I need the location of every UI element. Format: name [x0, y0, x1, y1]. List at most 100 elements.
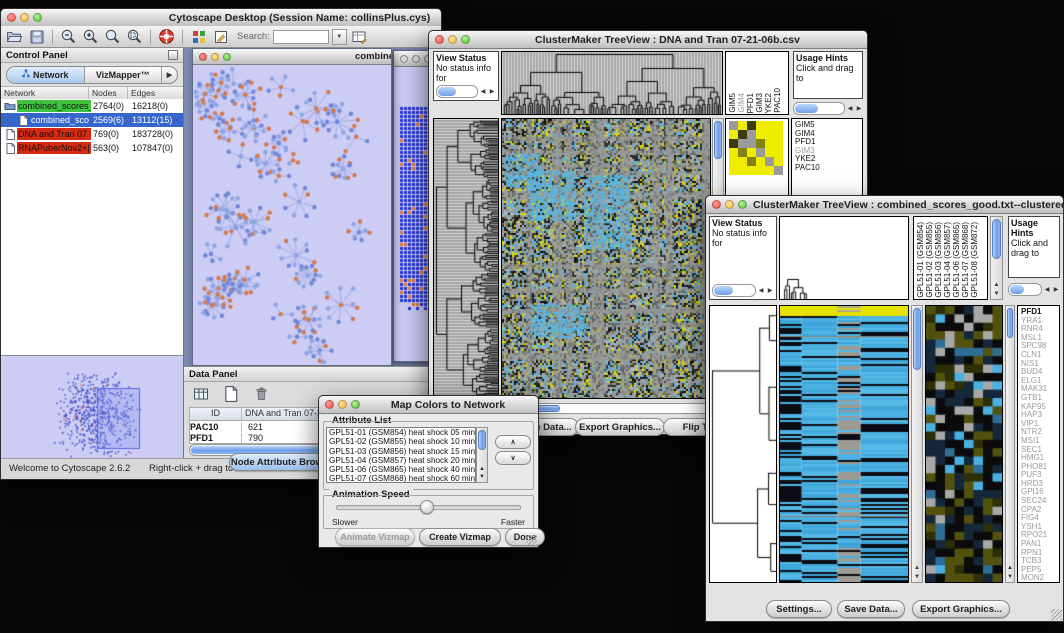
matrix-cell[interactable] [729, 166, 738, 175]
matrix-cell[interactable] [738, 121, 747, 130]
matrix-cell[interactable] [756, 166, 765, 175]
up-arrow-icon[interactable]: ▲ [477, 465, 487, 473]
tv2-left-dendrogram[interactable] [710, 306, 776, 582]
tv1-left-dendrogram-pane[interactable] [433, 118, 499, 399]
tv2-heatmap-canvas[interactable] [780, 306, 908, 582]
column-label[interactable]: GPL51-07 (GSM868) [961, 222, 970, 298]
tv2-hints-slider[interactable]: ◀▶ [1008, 283, 1060, 296]
tv1-hints-slider[interactable]: ◀▶ [793, 102, 863, 115]
network-row[interactable]: DNA and Tran 07769(0)183728(0) [1, 127, 183, 141]
maximize-icon[interactable] [33, 13, 42, 22]
matrix-cell[interactable] [765, 157, 774, 166]
minimize-icon[interactable] [211, 53, 219, 61]
matrix-cell[interactable] [756, 130, 765, 139]
minimize-icon[interactable] [725, 200, 734, 209]
resize-grip[interactable] [1051, 609, 1062, 620]
tv2-top-area-canvas[interactable] [780, 217, 908, 299]
network-frame-combined[interactable]: combined_scores_good.txt--cluste... [192, 48, 392, 366]
gene-label[interactable]: MON2 [1021, 574, 1059, 583]
down-arrow-icon[interactable]: ▼ [912, 573, 922, 581]
help-icon[interactable] [157, 28, 176, 46]
tv2-heatmap-pane[interactable] [779, 305, 909, 583]
close-icon[interactable] [199, 53, 207, 61]
float-panel-icon[interactable] [168, 50, 178, 60]
network-row[interactable]: RNAPuberNov2+|563(0)107847(0) [1, 141, 183, 155]
column-label[interactable]: PAC10 [773, 88, 782, 113]
down-arrow-icon[interactable]: ▼ [991, 290, 1002, 298]
col-id[interactable]: ID [190, 408, 242, 420]
maximize-icon[interactable] [351, 400, 360, 409]
speed-slider-thumb[interactable] [420, 500, 434, 514]
close-icon[interactable] [325, 400, 334, 409]
up-arrow-icon[interactable]: ▲ [991, 281, 1002, 289]
matrix-cell[interactable] [747, 121, 756, 130]
settings-button[interactable]: Settings... [766, 600, 832, 618]
right-arrow-icon[interactable]: ▶ [488, 87, 496, 97]
row-label[interactable]: PAC10 [795, 164, 862, 173]
tv2-heatmap-vscrollbar[interactable]: ▲ ▼ [911, 305, 923, 583]
tv1-zoom-slider[interactable]: ◀▶ [436, 85, 496, 98]
tv1-top-dendrogram[interactable] [502, 52, 722, 114]
tv2-zoom-heatmap-canvas[interactable] [926, 306, 1002, 582]
matrix-cell[interactable] [765, 139, 774, 148]
matrix-cell[interactable] [729, 157, 738, 166]
open-icon[interactable] [5, 28, 24, 46]
column-label[interactable]: PFD1 [746, 93, 755, 113]
zoom-fit-icon[interactable] [125, 28, 144, 46]
save-icon[interactable] [27, 28, 46, 46]
attribute-list[interactable]: GPL51-01 (GSM854) heat shock 05 minGPL51… [326, 427, 476, 483]
zoom-actual-icon[interactable] [103, 28, 122, 46]
matrix-cell[interactable] [738, 130, 747, 139]
matrix-cell[interactable] [765, 130, 774, 139]
matrix-cell[interactable] [729, 130, 738, 139]
trash-icon[interactable] [250, 384, 272, 404]
scroll-thumb[interactable] [913, 308, 921, 370]
correlation-matrix[interactable] [729, 121, 783, 175]
column-label[interactable]: GIM5 [728, 93, 737, 113]
column-label[interactable]: GPL51-06 (GSM865) [952, 222, 961, 298]
tv1-titlebar[interactable]: ClusterMaker TreeView : DNA and Tran 07-… [429, 31, 867, 49]
maximize-icon[interactable] [461, 35, 470, 44]
tv2-zoom-heatmap-pane[interactable] [925, 305, 1003, 583]
tab-network[interactable]: Network [7, 67, 84, 83]
down-arrow-icon[interactable]: ▼ [477, 473, 487, 481]
right-arrow-icon[interactable]: ▶ [766, 286, 774, 296]
network-view-canvas[interactable] [193, 65, 389, 364]
right-arrow-icon[interactable]: ▶ [1052, 286, 1060, 293]
matrix-cell[interactable] [774, 148, 783, 157]
close-icon[interactable] [7, 13, 16, 22]
main-titlebar[interactable]: Cytoscape Desktop (Session Name: collins… [1, 9, 441, 27]
matrix-cell[interactable] [765, 121, 774, 130]
column-label[interactable]: GIM3 [755, 93, 764, 113]
minimize-icon[interactable] [338, 400, 347, 409]
matrix-cell[interactable] [747, 148, 756, 157]
attribute-item[interactable]: GPL51-04 (GSM857) heat shock 20 min [327, 456, 475, 465]
column-label[interactable]: GPL51-01 (GSM854) [916, 222, 925, 298]
animate-vizmap-button[interactable]: Animate Vizmap [335, 528, 415, 546]
search-input[interactable] [273, 30, 329, 44]
save-data-button[interactable]: Save Data... [837, 600, 905, 618]
matrix-cell[interactable] [756, 121, 765, 130]
attribute-item[interactable]: GPL51-07 (GSM868) heat shock 60 min [327, 474, 475, 483]
matrix-cell[interactable] [774, 157, 783, 166]
attribute-item[interactable]: GPL51-03 (GSM856) heat shock 15 min [327, 447, 475, 456]
tv2-titlebar[interactable]: ClusterMaker TreeView : combined_scores_… [706, 196, 1063, 214]
tv1-heatmap-pane[interactable] [501, 118, 711, 399]
move-up-button[interactable]: ∧ [495, 435, 531, 449]
create-vizmap-button[interactable]: Create Vizmap [419, 528, 501, 546]
attribute-item[interactable]: GPL51-06 (GSM865) heat shock 40 min [327, 465, 475, 474]
left-arrow-icon[interactable]: ◀ [479, 87, 487, 97]
close-icon[interactable] [712, 200, 721, 209]
network-overview-panel[interactable] [1, 355, 183, 459]
tv1-heatmap-canvas[interactable] [502, 119, 710, 398]
left-arrow-icon[interactable]: ◀ [757, 286, 765, 296]
left-arrow-icon[interactable]: ◀ [846, 105, 854, 112]
attribute-list-vscrollbar[interactable]: ▲ ▼ [476, 427, 488, 483]
attribute-item[interactable]: GPL51-02 (GSM855) heat shock 10 min [327, 437, 475, 446]
zoom-out-icon[interactable] [59, 28, 78, 46]
resize-grip[interactable] [526, 535, 537, 546]
scroll-thumb[interactable] [714, 121, 722, 159]
matrix-cell[interactable] [729, 148, 738, 157]
export-graphics-button[interactable]: Export Graphics... [575, 418, 665, 436]
matrix-cell[interactable] [765, 148, 774, 157]
